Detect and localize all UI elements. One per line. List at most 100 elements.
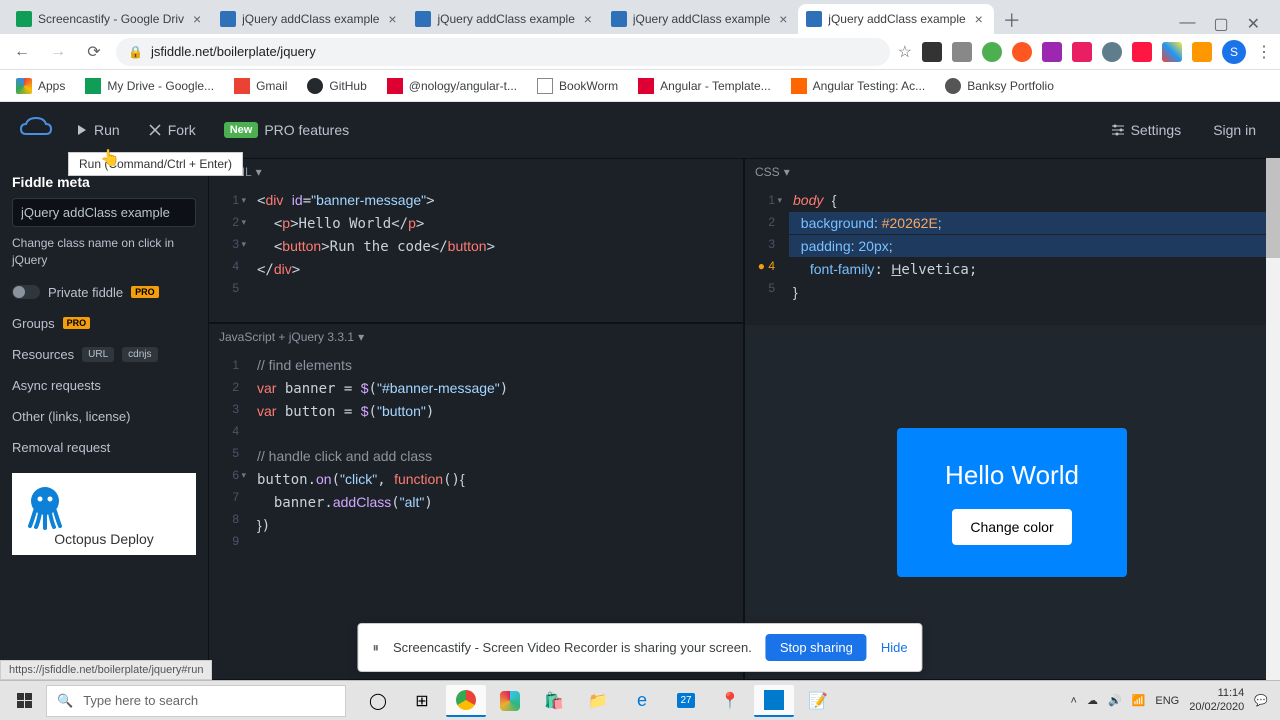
ext-icon[interactable] [1102, 42, 1122, 62]
bookmark-bookworm[interactable]: BookWorm [529, 74, 626, 98]
forward-button[interactable]: → [44, 38, 72, 66]
ext-icon[interactable] [1132, 42, 1152, 62]
js-pane-header[interactable]: JavaScript + jQuery 3.3.1 ▾ [209, 324, 743, 350]
angular-icon [638, 78, 654, 94]
url-field[interactable]: 🔒 jsfiddle.net/boilerplate/jquery [116, 38, 890, 66]
maximize-icon[interactable]: ▢ [1213, 14, 1228, 34]
bookmark-github[interactable]: GitHub [299, 74, 374, 98]
html-pane-header[interactable]: HTML ▾ [209, 159, 743, 185]
chevron-down-icon: ▾ [256, 165, 262, 179]
bookmark-gmail[interactable]: Gmail [226, 74, 295, 98]
new-tab-button[interactable]: ＋ [998, 6, 1026, 34]
page-icon [537, 78, 553, 94]
calendar-icon[interactable]: 27 [666, 685, 706, 717]
back-button[interactable]: ← [8, 38, 36, 66]
bookmark-apps[interactable]: Apps [8, 74, 73, 98]
bookmark-angular-test[interactable]: Angular Testing: Ac... [783, 74, 934, 98]
globe-icon [945, 78, 961, 94]
maps-icon[interactable]: 📍 [710, 685, 750, 717]
chevron-down-icon: ▾ [784, 165, 790, 179]
hide-button[interactable]: Hide [881, 640, 908, 655]
store-icon[interactable]: 🛍️ [534, 685, 574, 717]
close-icon[interactable]: × [972, 12, 986, 26]
sidebar-async[interactable]: Async requests [0, 370, 208, 401]
css-editor[interactable]: 1▾23● 45 body { background: #20262E; pad… [745, 185, 1279, 325]
css-result-column: CSS ▾ 1▾23● 45 body { background: #20262… [744, 158, 1280, 680]
cortana-icon[interactable]: ◯ [358, 685, 398, 717]
menu-icon[interactable]: ⋮ [1256, 42, 1272, 62]
github-icon [307, 78, 323, 94]
start-button[interactable] [4, 685, 44, 717]
notifications-icon[interactable]: 💬 [1254, 694, 1268, 707]
ext-icon[interactable] [982, 42, 1002, 62]
tab-jquery-1[interactable]: jQuery addClass example × [212, 4, 407, 34]
tab-jquery-active[interactable]: jQuery addClass example × [798, 4, 993, 34]
tab-title: jQuery addClass example [242, 12, 379, 26]
notepad-icon[interactable]: 📝 [798, 685, 838, 717]
chrome-icon[interactable] [446, 685, 486, 717]
close-icon[interactable]: × [190, 12, 204, 26]
url-text: jsfiddle.net/boilerplate/jquery [151, 44, 316, 59]
ext-icon[interactable] [1042, 42, 1062, 62]
pause-icon[interactable]: ⏸ [372, 640, 379, 656]
jsfiddle-logo[interactable] [16, 114, 56, 146]
scrollbar-thumb[interactable] [1266, 158, 1280, 258]
change-color-button[interactable]: Change color [952, 509, 1071, 545]
ext-icon[interactable] [952, 42, 972, 62]
bookmark-angular[interactable]: Angular - Template... [630, 74, 779, 98]
close-icon[interactable]: × [385, 12, 399, 26]
signin-button[interactable]: Sign in [1205, 116, 1264, 144]
language-indicator[interactable]: ENG [1155, 695, 1179, 707]
fiddle-description[interactable]: Change class name on click in jQuery [12, 235, 196, 269]
ext-icon[interactable] [1012, 42, 1032, 62]
reload-button[interactable]: ⟳ [80, 38, 108, 66]
run-button[interactable]: Run Run (Command/Ctrl + Enter) [68, 116, 128, 144]
explorer-icon[interactable]: 📁 [578, 685, 618, 717]
bookmark-nology[interactable]: @nology/angular-t... [379, 74, 525, 98]
taskbar-search[interactable]: 🔍 Type here to search [46, 685, 346, 717]
stop-sharing-button[interactable]: Stop sharing [766, 634, 867, 661]
private-fiddle-toggle[interactable]: Private fiddle PRO [0, 277, 208, 308]
tab-jquery-2[interactable]: jQuery addClass example × [407, 4, 602, 34]
search-icon: 🔍 [57, 693, 73, 709]
tab-screencastify[interactable]: Screencastify - Google Driv × [8, 4, 212, 34]
profile-avatar[interactable]: S [1222, 40, 1246, 64]
chevron-up-icon[interactable]: ˄ [1071, 695, 1077, 707]
ext-icon[interactable] [1192, 42, 1212, 62]
ad-text: Octopus Deploy [20, 531, 188, 547]
sidebar-ad[interactable]: Octopus Deploy [12, 473, 196, 555]
clock[interactable]: 11:14 20/02/2020 [1189, 687, 1244, 713]
sidebar-groups[interactable]: Groups PRO [0, 308, 208, 339]
bookmark-banksy[interactable]: Banksy Portfolio [937, 74, 1062, 98]
close-window-icon[interactable]: ✕ [1247, 14, 1260, 34]
close-icon[interactable]: × [776, 12, 790, 26]
apps-icon [16, 78, 32, 94]
vscode-icon[interactable] [754, 685, 794, 717]
tab-jquery-3[interactable]: jQuery addClass example × [603, 4, 798, 34]
volume-icon[interactable]: 🔊 [1108, 694, 1122, 707]
taskview-icon[interactable]: ⊞ [402, 685, 442, 717]
vertical-scrollbar[interactable] [1266, 158, 1280, 680]
wifi-icon[interactable]: 📶 [1132, 694, 1146, 707]
minimize-icon[interactable]: — [1179, 14, 1195, 34]
html-editor[interactable]: 1▾2▾3▾45 <div id="banner-message"> <p>He… [209, 185, 743, 322]
sidebar-removal[interactable]: Removal request [0, 432, 208, 463]
bookmark-drive[interactable]: My Drive - Google... [77, 74, 222, 98]
ext-icon[interactable] [1162, 42, 1182, 62]
star-icon[interactable]: ☆ [898, 42, 912, 62]
fork-button[interactable]: Fork [140, 116, 204, 144]
settings-button[interactable]: Settings [1103, 116, 1190, 144]
slack-icon[interactable] [490, 685, 530, 717]
cloud-icon[interactable]: ☁ [1087, 694, 1098, 707]
ext-icon[interactable] [1072, 42, 1092, 62]
ext-icon[interactable] [922, 42, 942, 62]
css-pane-header[interactable]: CSS ▾ [745, 159, 1279, 185]
sidebar-other[interactable]: Other (links, license) [0, 401, 208, 432]
close-icon[interactable]: × [581, 12, 595, 26]
fiddle-title-input[interactable] [12, 198, 196, 227]
pro-features-button[interactable]: New PRO features [216, 116, 357, 144]
edge-icon[interactable]: e [622, 685, 662, 717]
tab-title: jQuery addClass example [633, 12, 770, 26]
sidebar-resources[interactable]: Resources URL cdnjs [0, 339, 208, 370]
toggle-icon[interactable] [12, 285, 40, 299]
